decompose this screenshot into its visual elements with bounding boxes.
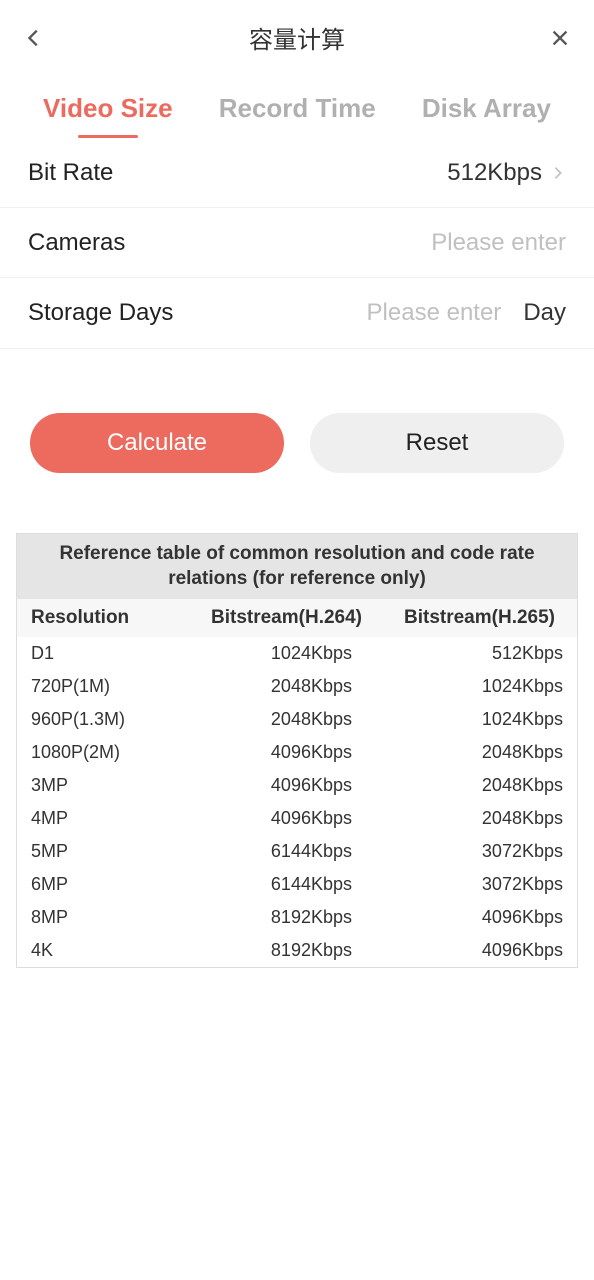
cell-h265: 512Kbps [412, 643, 563, 664]
cameras-row: Cameras [0, 208, 594, 278]
table-row: 960P(1.3M)2048Kbps1024Kbps [17, 703, 577, 736]
cell-h264: 6144Kbps [201, 841, 412, 862]
cell-h264: 8192Kbps [201, 907, 412, 928]
chevron-right-icon [550, 165, 566, 181]
cell-resolution: D1 [31, 643, 201, 664]
cell-h264: 4096Kbps [201, 742, 412, 763]
cell-h265: 4096Kbps [412, 907, 563, 928]
cell-resolution: 4K [31, 940, 201, 961]
table-row: 4K8192Kbps4096Kbps [17, 934, 577, 967]
cell-h264: 4096Kbps [201, 775, 412, 796]
cell-h264: 8192Kbps [201, 940, 412, 961]
header: 容量计算 [0, 0, 594, 75]
cell-resolution: 720P(1M) [31, 676, 201, 697]
form-section: Bit Rate 512Kbps Cameras Storage Days Da… [0, 138, 594, 349]
bit-rate-row[interactable]: Bit Rate 512Kbps [0, 138, 594, 208]
cell-resolution: 1080P(2M) [31, 742, 201, 763]
cell-h265: 1024Kbps [412, 709, 563, 730]
bit-rate-value: 512Kbps [447, 159, 542, 187]
reference-rows: D11024Kbps512Kbps720P(1M)2048Kbps1024Kbp… [17, 637, 577, 967]
table-row: 8MP8192Kbps4096Kbps [17, 901, 577, 934]
back-icon[interactable] [20, 24, 48, 52]
cell-h265: 1024Kbps [412, 676, 563, 697]
tabs: Video Size Record Time Disk Array [0, 75, 594, 138]
table-row: 4MP4096Kbps2048Kbps [17, 802, 577, 835]
tab-video-size[interactable]: Video Size [43, 93, 173, 138]
cell-h264: 4096Kbps [201, 808, 412, 829]
storage-days-value-group: Day [301, 299, 566, 327]
table-row: 5MP6144Kbps3072Kbps [17, 835, 577, 868]
button-row: Calculate Reset [0, 349, 594, 513]
table-row: 3MP4096Kbps2048Kbps [17, 769, 577, 802]
cell-h264: 6144Kbps [201, 874, 412, 895]
storage-days-row: Storage Days Day [0, 278, 594, 348]
cell-resolution: 4MP [31, 808, 201, 829]
cell-h264: 2048Kbps [201, 709, 412, 730]
cell-resolution: 5MP [31, 841, 201, 862]
reset-button[interactable]: Reset [310, 413, 564, 473]
cell-h265: 3072Kbps [412, 874, 563, 895]
cell-h264: 2048Kbps [201, 676, 412, 697]
cell-resolution: 6MP [31, 874, 201, 895]
cell-resolution: 3MP [31, 775, 201, 796]
cell-h265: 4096Kbps [412, 940, 563, 961]
close-icon[interactable] [546, 24, 574, 52]
col-header-resolution: Resolution [31, 607, 201, 629]
reference-header: Resolution Bitstream(H.264) Bitstream(H.… [17, 599, 577, 637]
table-row: D11024Kbps512Kbps [17, 637, 577, 670]
reference-table: Reference table of common resolution and… [16, 533, 578, 968]
storage-days-label: Storage Days [28, 299, 173, 327]
cell-resolution: 960P(1.3M) [31, 709, 201, 730]
storage-days-input[interactable] [301, 299, 501, 327]
cell-resolution: 8MP [31, 907, 201, 928]
reference-title: Reference table of common resolution and… [17, 534, 577, 599]
calculate-button[interactable]: Calculate [30, 413, 284, 473]
tab-disk-array[interactable]: Disk Array [422, 93, 551, 138]
storage-days-unit: Day [523, 299, 566, 327]
table-row: 720P(1M)2048Kbps1024Kbps [17, 670, 577, 703]
cell-h265: 2048Kbps [412, 775, 563, 796]
bit-rate-label: Bit Rate [28, 159, 113, 187]
cameras-input[interactable] [366, 229, 566, 257]
tab-record-time[interactable]: Record Time [219, 93, 376, 138]
cell-h265: 2048Kbps [412, 742, 563, 763]
page-title: 容量计算 [249, 20, 345, 55]
col-header-h265: Bitstream(H.265) [383, 607, 563, 629]
table-row: 6MP6144Kbps3072Kbps [17, 868, 577, 901]
cell-h265: 2048Kbps [412, 808, 563, 829]
bit-rate-value-group: 512Kbps [447, 159, 566, 187]
col-header-h264: Bitstream(H.264) [201, 607, 383, 629]
cell-h264: 1024Kbps [201, 643, 412, 664]
table-row: 1080P(2M)4096Kbps2048Kbps [17, 736, 577, 769]
cell-h265: 3072Kbps [412, 841, 563, 862]
cameras-label: Cameras [28, 229, 125, 257]
